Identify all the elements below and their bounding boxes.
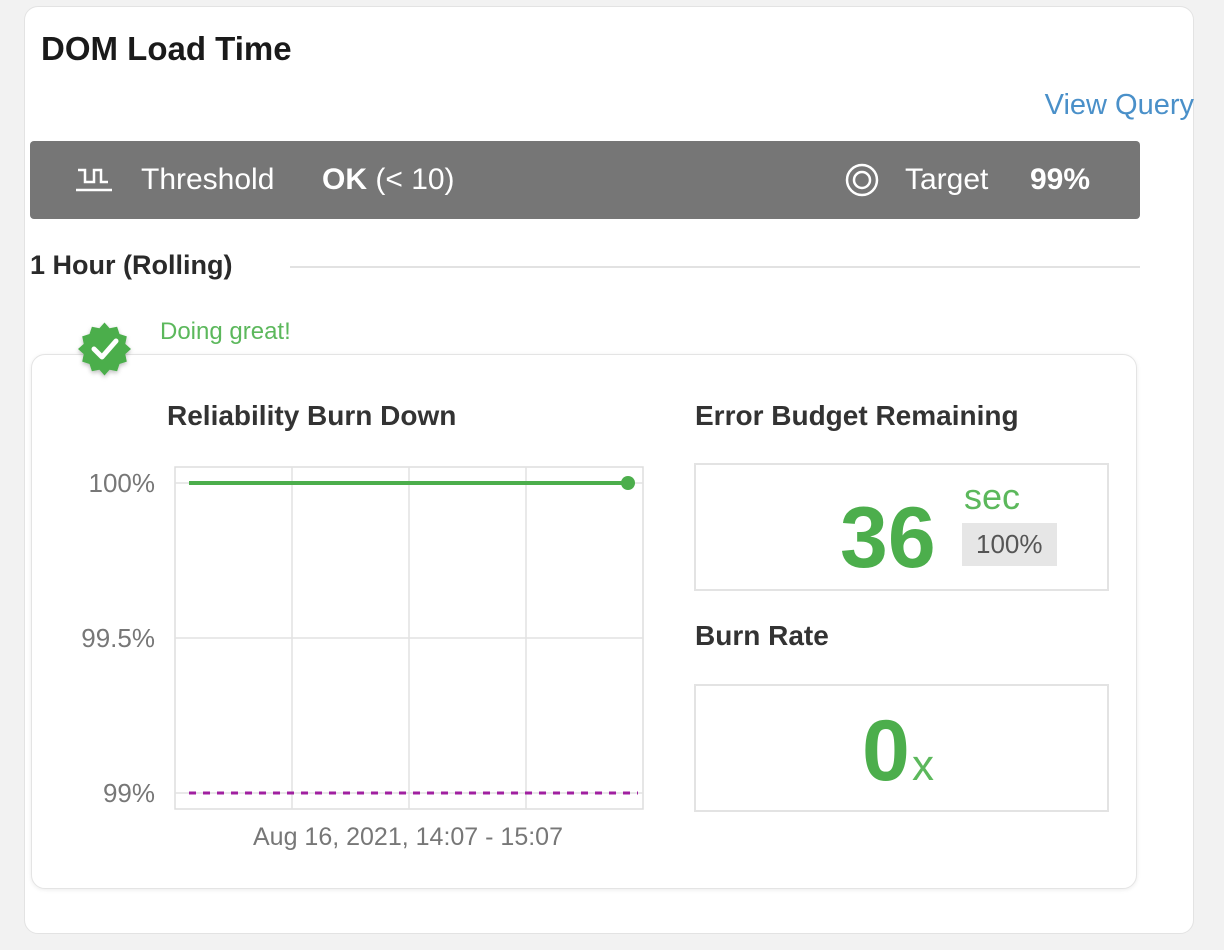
widget-title: DOM Load Time bbox=[41, 30, 292, 67]
error-budget-box: 36 sec 100% bbox=[694, 463, 1109, 591]
check-badge-icon bbox=[72, 312, 164, 391]
burn-down-chart: 100% 99.5% 99% Aug 16, 2021, 14:07 - 15:07 bbox=[81, 466, 644, 851]
threshold-value: OK (< 10) bbox=[322, 163, 455, 197]
divider bbox=[290, 266, 1140, 268]
y-tick-label: 100% bbox=[89, 468, 156, 498]
burn-rate-box: 0 x bbox=[694, 684, 1109, 812]
target-icon bbox=[842, 162, 882, 206]
threshold-condition: (< 10) bbox=[375, 163, 455, 196]
status-message: Doing great! bbox=[160, 318, 291, 345]
burn-rate-value: 0 bbox=[862, 703, 910, 799]
target-label: Target bbox=[905, 163, 989, 196]
error-budget-title: Error Budget Remaining bbox=[695, 400, 1019, 431]
view-query-link[interactable]: View Query bbox=[1045, 89, 1194, 122]
series-end-point bbox=[621, 476, 635, 490]
error-budget-value: 36 bbox=[840, 490, 936, 586]
burn-rate-unit: x bbox=[912, 741, 934, 790]
burn-rate-title: Burn Rate bbox=[695, 620, 829, 651]
x-axis-label: Aug 16, 2021, 14:07 - 15:07 bbox=[253, 823, 563, 851]
target-value: 99% bbox=[1030, 163, 1091, 196]
y-tick-label: 99.5% bbox=[81, 623, 155, 653]
status-bar: Threshold OK (< 10) Target 99% bbox=[30, 141, 1140, 219]
y-tick-label: 99% bbox=[103, 778, 155, 808]
error-budget-unit: sec bbox=[964, 476, 1021, 517]
threshold-status: OK bbox=[322, 163, 367, 196]
time-window-label: 1 Hour (Rolling) bbox=[30, 250, 233, 280]
threshold-label: Threshold bbox=[141, 163, 275, 196]
burn-down-title: Reliability Burn Down bbox=[167, 400, 457, 431]
threshold-icon bbox=[74, 162, 114, 204]
error-budget-percent: 100% bbox=[962, 523, 1057, 566]
